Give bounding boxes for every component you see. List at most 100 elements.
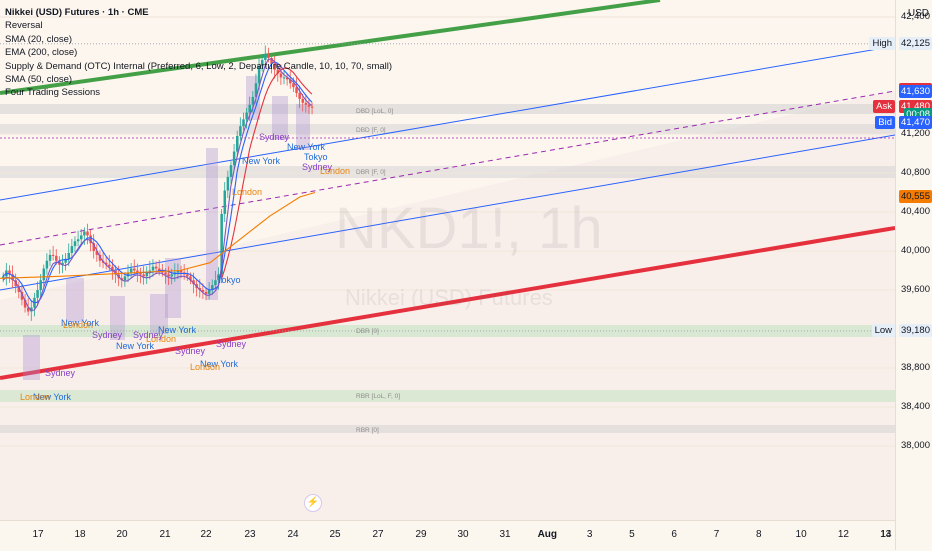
session-box bbox=[165, 258, 181, 318]
price-axis[interactable]: USD 42,400 41,200 40,800 40,400 40,000 39,600… bbox=[869, 0, 932, 550]
candle-body bbox=[307, 104, 311, 107]
price-tick-label: 39,600 bbox=[900, 284, 930, 295]
candle-body bbox=[51, 254, 55, 256]
zone-label: DBD [LoL, 0] bbox=[356, 108, 394, 115]
time-tick-label: 20 bbox=[116, 529, 128, 540]
indicator-legend: Nikkei (USD) Futures · 1h · CME Reversal… bbox=[5, 6, 392, 100]
candle-body bbox=[304, 102, 308, 105]
session-label-new-york: New York bbox=[287, 142, 326, 152]
supply-demand-zone bbox=[0, 124, 895, 134]
supply-demand-zone bbox=[0, 390, 895, 402]
price-label: 42,125 bbox=[898, 36, 932, 50]
candle-body bbox=[55, 255, 58, 261]
zone-label: RBR [0] bbox=[356, 427, 379, 434]
time-tick-label: 31 bbox=[499, 529, 511, 540]
candle-body bbox=[236, 135, 239, 152]
time-tick-label: 29 bbox=[415, 529, 427, 540]
session-label-new-york: New York bbox=[242, 156, 281, 166]
zone-label: DBR [F, 0] bbox=[356, 169, 386, 176]
candle-body bbox=[45, 260, 49, 269]
session-label-london: London bbox=[20, 392, 51, 402]
candle-body bbox=[154, 266, 158, 269]
legend-sma20[interactable]: SMA (20, close) bbox=[5, 33, 392, 46]
candle-body bbox=[239, 126, 242, 136]
legend-reversal[interactable]: Reversal bbox=[5, 19, 392, 32]
candle-body bbox=[123, 276, 127, 281]
session-label-sydney: Sydney bbox=[216, 339, 247, 349]
candle-body bbox=[245, 112, 248, 120]
time-tick-label: 7 bbox=[713, 529, 720, 540]
candle-body bbox=[226, 176, 230, 191]
session-label-tokyo: Tokyo bbox=[304, 152, 328, 162]
time-tick-label: 10 bbox=[795, 529, 807, 540]
time-tick-label: 23 bbox=[244, 529, 256, 540]
candle-body bbox=[42, 268, 46, 281]
session-label-sydney: Sydney bbox=[259, 132, 290, 142]
price-tick-label: 40,800 bbox=[900, 167, 930, 178]
watermark-symbol: NKD1!, 1h bbox=[335, 196, 603, 261]
time-tick-label: 12 bbox=[837, 529, 849, 540]
candle-body bbox=[207, 290, 211, 294]
price-tick-label: 40,000 bbox=[900, 245, 930, 256]
candle-body bbox=[39, 280, 42, 290]
price-tick-label: 42,400 bbox=[900, 11, 930, 22]
candle-body bbox=[167, 274, 170, 277]
lightning-event-icon[interactable]: ⚡ bbox=[304, 494, 322, 512]
session-label-tokyo: Tokyo bbox=[217, 275, 241, 285]
candle-body bbox=[151, 266, 155, 271]
candle-body bbox=[164, 272, 167, 275]
legend-ema200[interactable]: EMA (200, close) bbox=[5, 46, 392, 59]
candle-body bbox=[67, 252, 71, 259]
legend-supply-demand[interactable]: Supply & Demand (OTC) Internal (Preferre… bbox=[5, 60, 392, 73]
candle-body bbox=[232, 151, 236, 166]
candle-body bbox=[223, 190, 227, 214]
session-label-sydney: Sydney bbox=[92, 330, 123, 340]
supply-demand-zone bbox=[0, 104, 895, 114]
price-tick-label: 41,200 bbox=[900, 128, 930, 139]
candle-body bbox=[133, 268, 136, 271]
time-tick-label: 17 bbox=[32, 529, 44, 540]
price-tick-label: 40,400 bbox=[900, 206, 930, 217]
candle-body bbox=[170, 274, 173, 277]
candle-body bbox=[48, 254, 52, 261]
time-tick-label: 8 bbox=[756, 529, 762, 540]
candle-body bbox=[86, 231, 89, 236]
price-tag-ask: Ask bbox=[873, 99, 895, 113]
price-tick-label: 38,800 bbox=[900, 362, 930, 373]
time-axis[interactable]: 17 18 20 21 22 23 24 25 27 29 30 31 Aug 3 5 6 7 8 10 12 13 14 bbox=[0, 520, 895, 551]
session-label-london: London bbox=[190, 362, 221, 372]
price-tick-label: 38,000 bbox=[900, 440, 930, 451]
candle-body bbox=[186, 274, 189, 277]
price-tag-bid: Bid bbox=[875, 116, 895, 130]
session-label-sydney: Sydney bbox=[133, 330, 164, 340]
time-tick-label: 30 bbox=[457, 529, 469, 540]
candle-body bbox=[229, 165, 233, 177]
legend-sma50[interactable]: SMA (50, close) bbox=[5, 73, 392, 86]
price-label: 39,180 bbox=[898, 323, 932, 337]
zone-label: RBR [LoL, F, 0] bbox=[356, 393, 401, 400]
time-tick-label: 22 bbox=[200, 529, 212, 540]
time-tick-label: 25 bbox=[329, 529, 341, 540]
candle-body bbox=[76, 239, 80, 242]
candle-body bbox=[80, 235, 83, 240]
time-tick-label: 21 bbox=[159, 529, 171, 540]
price-label: 41,630 bbox=[898, 85, 932, 99]
candle-body bbox=[73, 241, 77, 247]
price-tick-label: 38,400 bbox=[900, 401, 930, 412]
time-tick-label: 6 bbox=[671, 529, 677, 540]
session-label-london: London bbox=[63, 320, 94, 330]
supply-demand-zone bbox=[0, 425, 895, 433]
candle-body bbox=[83, 231, 86, 236]
candle-body bbox=[142, 274, 145, 277]
candle-body bbox=[36, 290, 39, 298]
session-box bbox=[66, 278, 84, 322]
symbol-title[interactable]: Nikkei (USD) Futures · 1h · CME bbox=[5, 6, 392, 19]
time-tick-label: 27 bbox=[372, 529, 384, 540]
time-tick-label: Aug bbox=[537, 529, 558, 540]
legend-sessions[interactable]: Four Trading Sessions bbox=[5, 86, 392, 99]
chart-plot-area[interactable]: NKD1!, 1h Nikkei (USD) Futures Nikkei (U… bbox=[0, 0, 895, 520]
candle-body bbox=[310, 106, 314, 108]
candle-body bbox=[204, 291, 208, 294]
zone-label: DBD [F, 0] bbox=[356, 127, 386, 134]
time-tick-label: 3 bbox=[586, 529, 593, 540]
